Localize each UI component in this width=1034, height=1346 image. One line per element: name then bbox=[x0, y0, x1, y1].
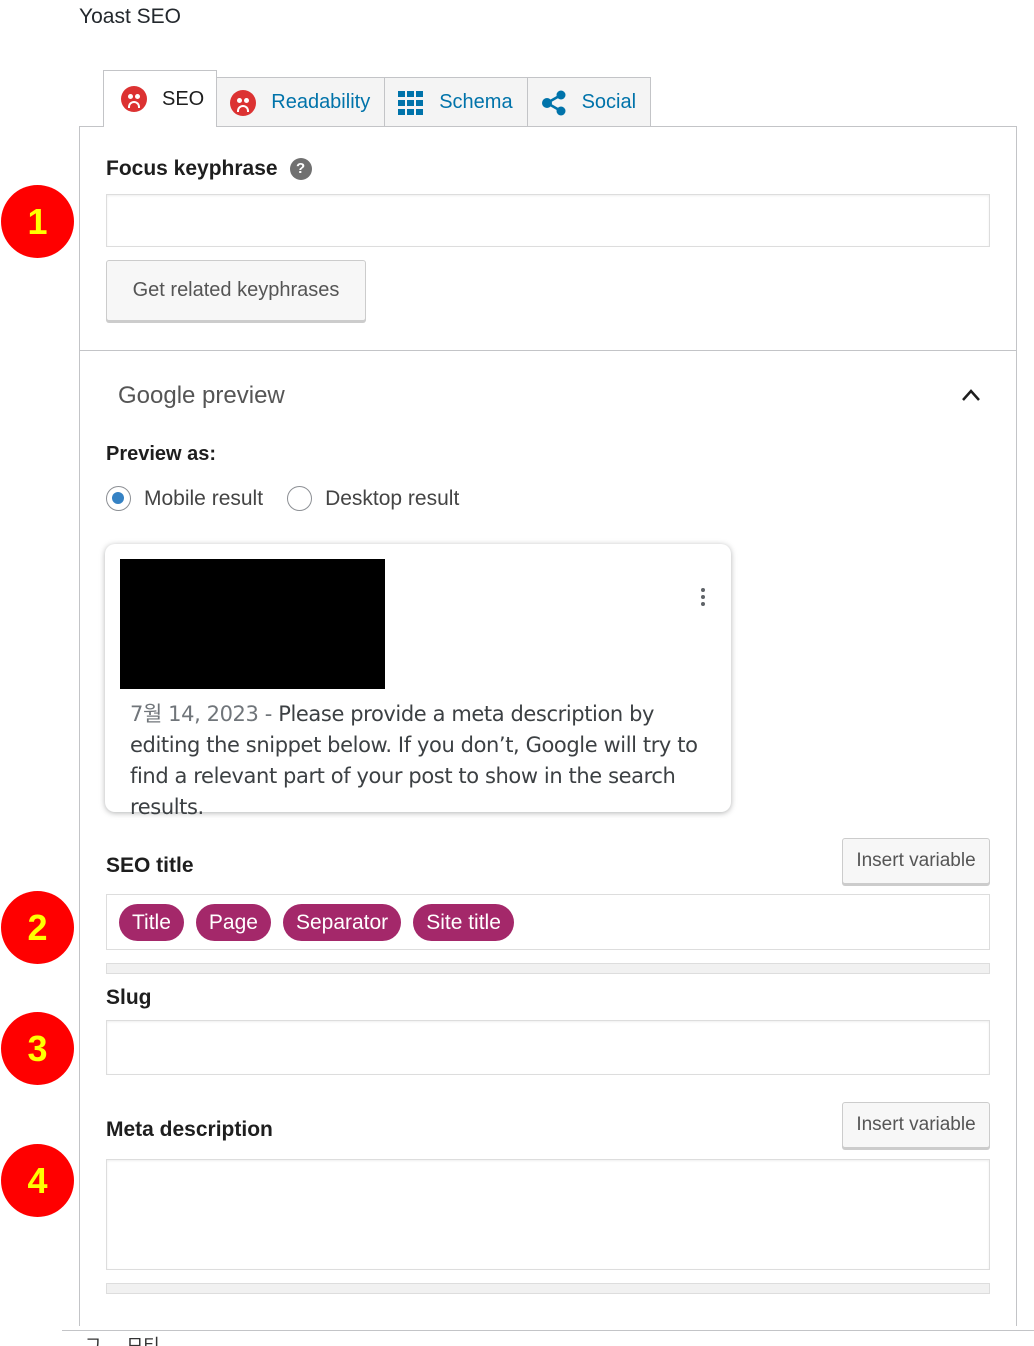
tab-label: Readability bbox=[271, 91, 371, 113]
focus-keyphrase-input[interactable] bbox=[106, 194, 990, 247]
variable-pill-page[interactable]: Page bbox=[195, 903, 271, 941]
meta-description-textarea[interactable] bbox=[106, 1159, 990, 1270]
divider bbox=[62, 1330, 1034, 1331]
redacted-block bbox=[120, 559, 385, 689]
tab-seo[interactable]: SEO bbox=[103, 70, 218, 127]
insert-variable-button[interactable]: Insert variable bbox=[842, 838, 990, 884]
desktop-result-label[interactable]: Desktop result bbox=[325, 487, 459, 511]
desktop-result-radio[interactable] bbox=[287, 486, 313, 511]
seo-title-input[interactable]: Title Page Separator Site title bbox=[106, 894, 990, 950]
preview-mode-radio-group: Mobile result Desktop result bbox=[106, 486, 483, 511]
tab-social[interactable]: Social bbox=[526, 77, 652, 127]
tab-bar: SEO Readability Schema Social bbox=[103, 70, 652, 127]
seo-title-progress-bar bbox=[106, 963, 990, 974]
tab-label: Social bbox=[581, 91, 637, 113]
sad-face-icon bbox=[229, 89, 257, 117]
slug-input[interactable] bbox=[106, 1020, 990, 1075]
annotation-marker-1: 1 bbox=[1, 185, 74, 258]
section-divider bbox=[80, 350, 1016, 351]
slug-label: Slug bbox=[106, 986, 152, 1009]
snippet-text: 7월 14, 2023 - Please provide a meta desc… bbox=[130, 699, 720, 823]
snippet-date: 7월 14, 2023 bbox=[130, 702, 259, 726]
tab-schema[interactable]: Schema bbox=[384, 77, 528, 127]
mobile-result-label[interactable]: Mobile result bbox=[144, 487, 263, 511]
preview-as-label: Preview as: bbox=[106, 443, 217, 465]
tab-label: Schema bbox=[439, 91, 513, 113]
grid-icon bbox=[397, 89, 425, 117]
meta-description-progress-bar bbox=[106, 1283, 990, 1294]
seo-title-label: SEO title bbox=[106, 854, 194, 877]
get-related-keyphrases-button[interactable]: Get related keyphrases bbox=[106, 260, 366, 321]
google-preview-card: 7월 14, 2023 - Please provide a meta desc… bbox=[105, 544, 731, 819]
tab-readability[interactable]: Readability bbox=[216, 77, 386, 127]
annotation-marker-3: 3 bbox=[1, 1012, 74, 1085]
more-options-icon[interactable] bbox=[699, 588, 707, 608]
panel-title: Yoast SEO bbox=[79, 5, 181, 28]
annotation-marker-2: 2 bbox=[1, 891, 74, 964]
snippet-separator: - bbox=[258, 702, 279, 726]
mobile-result-radio[interactable] bbox=[106, 486, 131, 511]
variable-pill-site-title[interactable]: Site title bbox=[413, 903, 514, 941]
share-icon bbox=[540, 89, 568, 117]
chevron-up-icon[interactable] bbox=[960, 386, 982, 404]
variable-pill-separator[interactable]: Separator bbox=[282, 903, 402, 941]
google-preview-heading[interactable]: Google preview bbox=[118, 382, 285, 410]
sad-face-icon bbox=[120, 85, 148, 113]
annotation-marker-4: 4 bbox=[1, 1144, 74, 1217]
help-icon[interactable]: ? bbox=[289, 157, 312, 180]
tab-label: SEO bbox=[162, 87, 205, 110]
insert-variable-button[interactable]: Insert variable bbox=[842, 1102, 990, 1148]
meta-description-label: Meta description bbox=[106, 1118, 273, 1141]
variable-pill-title[interactable]: Title bbox=[119, 903, 184, 941]
next-section-label: 그 ... 모티 bbox=[85, 1336, 160, 1346]
focus-keyphrase-label: Focus keyphrase? bbox=[106, 157, 312, 181]
